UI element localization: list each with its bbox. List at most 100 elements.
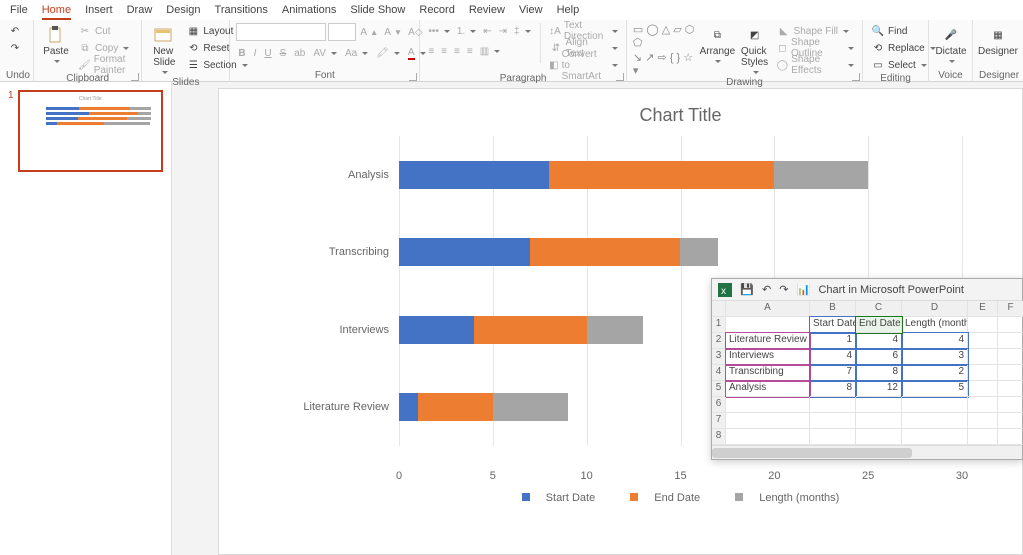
paragraph-launcher[interactable]: [616, 73, 624, 81]
decrease-font-button[interactable]: A▼: [382, 24, 404, 40]
numbering-button[interactable]: 1.: [455, 23, 478, 39]
menu-design[interactable]: Design: [166, 4, 200, 20]
cell[interactable]: [968, 349, 998, 365]
chart-data-window[interactable]: x 💾 ↶ ↷ 📊 Chart in Microsoft PowerPoint …: [711, 278, 1023, 460]
cell[interactable]: [968, 365, 998, 381]
align-center-button[interactable]: ≡: [439, 43, 449, 59]
drawing-launcher[interactable]: [852, 73, 860, 81]
cell[interactable]: 1: [810, 333, 856, 349]
cell[interactable]: [998, 397, 1023, 413]
cell[interactable]: 7: [810, 365, 856, 381]
cell[interactable]: [998, 349, 1023, 365]
ds-undo-button[interactable]: ↶: [762, 283, 771, 296]
row-header[interactable]: 3: [712, 349, 726, 365]
underline-button[interactable]: U: [262, 45, 273, 61]
new-slide-button[interactable]: New Slide: [148, 23, 180, 77]
columns-button[interactable]: ▥: [478, 43, 502, 59]
menu-home[interactable]: Home: [42, 4, 71, 20]
col-header[interactable]: D: [902, 301, 968, 317]
cell[interactable]: 2: [902, 365, 968, 381]
cell[interactable]: [998, 429, 1023, 445]
cell[interactable]: [726, 413, 810, 429]
cell[interactable]: 6: [856, 349, 902, 365]
menu-file[interactable]: File: [10, 4, 28, 20]
cell[interactable]: Analysis: [726, 381, 810, 397]
find-button[interactable]: 🔍Find: [869, 23, 938, 39]
menu-review[interactable]: Review: [469, 4, 505, 20]
bold-button[interactable]: B: [236, 45, 247, 61]
font-launcher[interactable]: [409, 73, 417, 81]
menu-transitions[interactable]: Transitions: [215, 4, 268, 20]
row-header[interactable]: 6: [712, 397, 726, 413]
cell-c1[interactable]: End Date: [856, 317, 902, 333]
menu-view[interactable]: View: [519, 4, 543, 20]
data-window-titlebar[interactable]: x 💾 ↶ ↷ 📊 Chart in Microsoft PowerPoint: [712, 279, 1022, 301]
quick-styles-button[interactable]: ◩Quick Styles: [739, 23, 771, 77]
cell[interactable]: [998, 365, 1023, 381]
align-right-button[interactable]: ≡: [452, 43, 462, 59]
cell[interactable]: [856, 397, 902, 413]
change-case-button[interactable]: Aa: [343, 45, 370, 61]
slide-thumbnail-1[interactable]: Chart Title: [18, 90, 163, 172]
cell[interactable]: Transcribing: [726, 365, 810, 381]
cell[interactable]: [726, 397, 810, 413]
data-grid[interactable]: ABCDEF1Start DateEnd DateLength (months)…: [712, 301, 1022, 445]
cell[interactable]: [810, 397, 856, 413]
indent-inc-button[interactable]: ⇥: [497, 23, 509, 39]
row-header[interactable]: 2: [712, 333, 726, 349]
shapes-gallery[interactable]: ▭ ◯ △ ▱ ⬡ ⬠ ↘ ↗ ⇨ { } ☆ ▾: [633, 23, 696, 77]
italic-button[interactable]: I: [252, 45, 259, 61]
arrange-button[interactable]: ⧉Arrange: [700, 23, 734, 66]
cell[interactable]: [902, 413, 968, 429]
format-painter-button[interactable]: 🖌Format Painter: [76, 57, 135, 73]
cell[interactable]: [998, 381, 1023, 397]
line-spacing-button[interactable]: ‡: [512, 23, 533, 39]
menu-record[interactable]: Record: [419, 4, 454, 20]
cell[interactable]: 4: [810, 349, 856, 365]
undo-button[interactable]: ↶: [6, 23, 24, 39]
row-header[interactable]: 1: [712, 317, 726, 333]
select-button[interactable]: ▭Select: [869, 57, 938, 73]
cell[interactable]: 4: [902, 333, 968, 349]
save-icon[interactable]: 💾: [740, 283, 754, 297]
menu-help[interactable]: Help: [557, 4, 580, 20]
row-header[interactable]: 4: [712, 365, 726, 381]
cell[interactable]: 12: [856, 381, 902, 397]
menu-insert[interactable]: Insert: [85, 4, 113, 20]
cell[interactable]: 5: [902, 381, 968, 397]
indent-dec-button[interactable]: ⇤: [481, 23, 493, 39]
cell[interactable]: [998, 413, 1023, 429]
col-header[interactable]: F: [998, 301, 1023, 317]
cell[interactable]: 8: [810, 381, 856, 397]
scrollbar-thumb[interactable]: [712, 448, 912, 458]
cell[interactable]: [810, 429, 856, 445]
strike-button[interactable]: S: [278, 45, 289, 61]
data-h-scrollbar[interactable]: [712, 445, 1022, 459]
col-header[interactable]: E: [968, 301, 998, 317]
cell[interactable]: Literature Review: [726, 333, 810, 349]
cell[interactable]: [856, 429, 902, 445]
row-header[interactable]: 8: [712, 429, 726, 445]
cell[interactable]: 3: [902, 349, 968, 365]
increase-font-button[interactable]: A▲: [358, 24, 380, 40]
align-left-button[interactable]: ≡: [426, 43, 436, 59]
row-header[interactable]: 5: [712, 381, 726, 397]
clipboard-launcher[interactable]: [131, 73, 139, 81]
cell[interactable]: [902, 397, 968, 413]
cell-a1[interactable]: [726, 317, 810, 333]
menu-slide-show[interactable]: Slide Show: [350, 4, 405, 20]
cell[interactable]: [856, 413, 902, 429]
shape-effects-button[interactable]: ◯Shape Effects: [775, 57, 856, 73]
justify-button[interactable]: ≡: [465, 43, 475, 59]
font-family-input[interactable]: [236, 23, 326, 41]
paste-button[interactable]: Paste: [40, 23, 72, 66]
char-spacing-button[interactable]: AV: [311, 45, 339, 61]
dictate-button[interactable]: 🎤Dictate: [935, 23, 967, 66]
smartart-button[interactable]: ◧Convert to SmartArt: [547, 57, 620, 73]
cell[interactable]: 4: [856, 333, 902, 349]
shadow-button[interactable]: ab: [292, 45, 307, 61]
cell[interactable]: [726, 429, 810, 445]
cell[interactable]: [810, 413, 856, 429]
row-header[interactable]: 7: [712, 413, 726, 429]
redo-button[interactable]: ↷: [6, 40, 24, 56]
